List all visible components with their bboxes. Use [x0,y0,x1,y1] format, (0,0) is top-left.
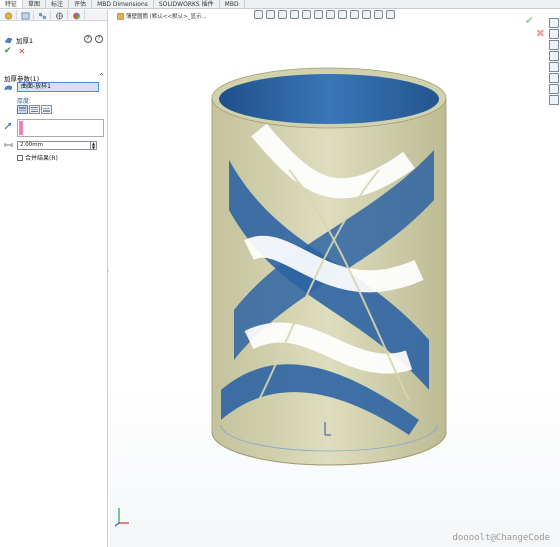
thickened-lattice-cylinder[interactable] [109,10,560,547]
distance-icon [4,143,13,147]
thickness-input[interactable]: 2.00mm [17,140,91,150]
tab-sketch[interactable]: 草图 [23,0,47,8]
thicken-both-sides-button[interactable] [29,105,40,114]
property-manager-panel: 加厚1 ? ? ✔ ✕ 加厚参数(1) ^ 曲面-放样1 厚度: 2.00mm … [0,10,108,547]
tab-mbd[interactable]: MBD [220,0,245,8]
thickness-spinner[interactable]: ▲ ▼ [91,140,97,150]
surface-selection-row: 曲面-放样1 [4,81,104,92]
thicken-side1-button[interactable] [17,105,28,114]
cancel-button[interactable]: ✕ [19,47,26,56]
selection-list-box[interactable] [17,119,104,137]
graphics-area[interactable]: 薄壁圆筒 (默认<<默认>_显示... ✔ ✖ doooolt@ChangeCo… [109,10,560,547]
feature-manager-icon[interactable] [0,10,17,21]
thicken-icon [4,37,13,44]
detailed-preview-button[interactable]: ? [95,35,103,43]
direction-selection-row [4,119,104,137]
ok-button[interactable]: ✔ [4,47,12,56]
display-manager-icon[interactable] [68,10,85,21]
manager-tabs [0,10,107,21]
merge-result-option[interactable]: 合并结果(R) [17,153,58,162]
dimxpert-icon[interactable] [51,10,68,21]
reference-triad-icon [114,508,129,527]
thickness-distance-row: 2.00mm ▲ ▼ [4,140,104,150]
ok-cancel-group: ✔ ✕ [4,47,26,57]
collapse-chevron-icon[interactable]: ^ [99,73,104,80]
thickness-side-buttons [17,105,52,114]
surface-to-thicken-field[interactable]: 曲面-放样1 [17,81,99,92]
command-manager-tabs: 特征 草图 标注 评估 MBD Dimensions SOLIDWORKS 插件… [0,0,560,9]
tab-mbd-dimensions[interactable]: MBD Dimensions [92,0,154,8]
config-manager-icon[interactable] [34,10,51,21]
thicken-side2-button[interactable] [41,105,52,114]
tab-solidworks-addins[interactable]: SOLIDWORKS 插件 [154,0,220,8]
surface-icon [4,84,13,90]
thickness-label: 厚度: [17,98,32,105]
watermark-text: doooolt@ChangeCode [452,533,550,543]
tab-evaluate[interactable]: 评估 [69,0,93,8]
help-button[interactable]: ? [84,35,92,43]
merge-result-label: 合并结果(R) [25,155,58,162]
feature-title: 加厚1 [4,35,33,45]
property-manager-icon[interactable] [17,10,34,21]
cylinder-body [211,67,447,466]
feature-title-text: 加厚1 [16,37,34,45]
merge-result-checkbox[interactable] [17,154,23,161]
direction-arrow-icon [4,122,12,130]
tab-features[interactable]: 特征 [0,0,24,8]
tab-markup[interactable]: 标注 [46,0,70,8]
